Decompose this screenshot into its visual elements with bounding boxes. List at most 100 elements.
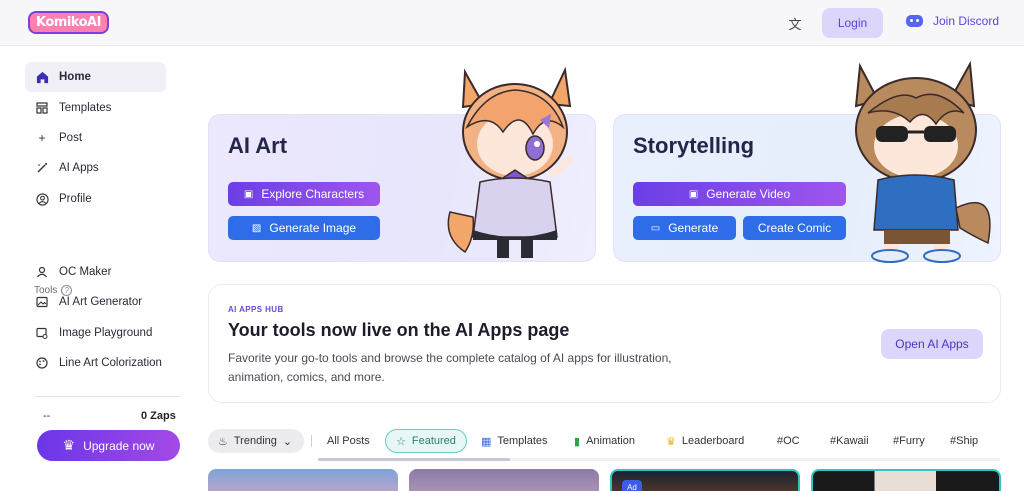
sidebar-item-label: AI Apps [59, 162, 99, 174]
logo[interactable]: KomikoAI [28, 10, 109, 34]
image-icon [35, 295, 49, 309]
filter-tag-furry[interactable]: #Furry [883, 429, 935, 453]
filter-label: #OC [777, 435, 800, 447]
create-comic-label: Create Comic [757, 221, 832, 235]
filter-templates[interactable]: ▦ Templates [471, 429, 558, 453]
filter-label: All Posts [327, 435, 370, 447]
sidebar-item-line-art-colorization[interactable]: Line Art Colorization [25, 348, 166, 378]
user-card-icon: ▣ [243, 188, 254, 200]
storytelling-title: Storytelling [633, 133, 755, 158]
create-comic-button[interactable]: Create Comic [743, 216, 846, 240]
sidebar-item-label: Line Art Colorization [59, 357, 162, 369]
sidebar-divider [34, 396, 180, 397]
filter-tag-kawaii[interactable]: #Kawaii [820, 429, 879, 453]
plus-icon: + [38, 131, 46, 145]
generate-video-button[interactable]: ▣ Generate Video [633, 182, 846, 206]
open-ai-apps-button[interactable]: Open AI Apps [881, 329, 983, 359]
hub-tag: AI APPS HUB [228, 305, 284, 314]
feed-post-thumbnail[interactable] [409, 469, 599, 491]
sidebar-item-ai-art-generator[interactable]: AI Art Generator [25, 287, 166, 317]
filter-label: #Furry [893, 435, 925, 447]
filter-scrollbar-thumb[interactable] [318, 458, 510, 461]
filter-label: #Kawaii [830, 435, 869, 447]
ai-art-title: AI Art [228, 133, 288, 158]
filter-featured[interactable]: ☆ Featured [385, 429, 467, 453]
zaps-count: 0 Zaps [141, 410, 176, 422]
generate-image-button[interactable]: ▨ Generate Image [228, 216, 380, 240]
templates-icon [35, 101, 49, 115]
palette-icon [35, 356, 49, 370]
home-icon [35, 70, 49, 84]
top-bar: KomikoAI 文 Login Join Discord [0, 0, 1024, 46]
chevron-down-icon: ⌄ [282, 435, 293, 448]
explore-characters-label: Explore Characters [261, 187, 365, 201]
filter-label: Animation [586, 435, 635, 447]
filter-all-posts[interactable]: All Posts [317, 429, 380, 453]
star-icon: ☆ [396, 435, 406, 448]
film-icon: ▮ [574, 435, 581, 448]
feed-ad-thumbnail[interactable]: Ad [610, 469, 800, 491]
filter-label: Templates [497, 435, 548, 447]
magic-wand-icon [35, 161, 49, 175]
user-icon [35, 265, 49, 279]
feed-post-thumbnail[interactable] [811, 469, 1001, 491]
discord-icon [906, 15, 923, 27]
sidebar-item-ai-apps[interactable]: AI Apps [25, 153, 166, 183]
filter-label: Featured [411, 435, 456, 447]
hub-description: Favorite your go-to tools and browse the… [228, 351, 672, 384]
sidebar-item-home[interactable]: Home [25, 62, 166, 92]
trending-dropdown[interactable]: ♨ Trending ⌄ [208, 429, 304, 453]
sidebar-item-label: Profile [59, 193, 92, 205]
filter-tag-oc[interactable]: #OC [767, 429, 810, 453]
upgrade-label: Upgrade now [83, 438, 155, 453]
filter-label: Leaderboard [681, 435, 745, 447]
filter-separator [311, 435, 312, 447]
sidebar-item-label: Templates [59, 102, 112, 114]
explore-characters-button[interactable]: ▣ Explore Characters [228, 182, 380, 206]
image-icon: ▨ [251, 222, 262, 234]
fox-girl-character-illustration [445, 62, 585, 262]
sidebar-item-label: OC Maker [59, 266, 112, 278]
crown-icon: ♛ [666, 435, 676, 448]
sidebar-item-label: Post [59, 132, 83, 144]
sidebar-item-image-playground[interactable]: Image Playground [25, 318, 166, 348]
filter-label: #Ship [950, 435, 979, 447]
generate-label: Generate [668, 221, 719, 235]
generate-video-label: Generate Video [706, 187, 791, 201]
trending-label: Trending [233, 435, 277, 447]
sidebar-item-profile[interactable]: Profile [25, 184, 166, 214]
filter-animation[interactable]: ▮ Animation [564, 429, 645, 453]
zaps-placeholder: -- [43, 410, 51, 422]
discord-label: Join Discord [933, 14, 1000, 28]
filter-leaderboard[interactable]: ♛ Leaderboard [656, 429, 754, 453]
image-edit-icon [35, 326, 49, 340]
filter-tag-ship[interactable]: #Ship [940, 429, 988, 453]
fox-boy-character-illustration [838, 58, 998, 264]
join-discord-link[interactable]: Join Discord [906, 14, 999, 28]
login-button[interactable]: Login [822, 8, 883, 38]
sidebar-item-label: Image Playground [59, 327, 153, 339]
logo-text: KomikoAI [28, 10, 109, 34]
app-window: KomikoAI 文 Login Join Discord Home Templ… [0, 0, 1024, 491]
templates-icon: ▦ [481, 435, 492, 448]
translate-icon[interactable]: 文 [787, 14, 803, 32]
profile-icon [35, 192, 49, 206]
sidebar-item-post[interactable]: + Post [25, 123, 166, 153]
sidebar-item-templates[interactable]: Templates [25, 93, 166, 123]
feed-post-thumbnail[interactable] [208, 469, 398, 491]
ai-apps-hub-banner: AI APPS HUB Your tools now live on the A… [208, 284, 1001, 403]
book-icon: ▭ [650, 222, 661, 234]
flame-icon: ♨ [218, 435, 228, 448]
upgrade-button[interactable]: ♛ Upgrade now [37, 430, 180, 461]
filter-scrollbar[interactable] [318, 458, 1000, 461]
crown-icon: ♛ [62, 437, 76, 453]
video-icon: ▣ [688, 188, 699, 200]
hub-title: Your tools now live on the AI Apps page [228, 320, 570, 340]
generate-image-label: Generate Image [269, 221, 357, 235]
sidebar: Home Templates + Post AI Apps Profile To… [0, 47, 195, 491]
generate-button[interactable]: ▭ Generate [633, 216, 736, 240]
sidebar-item-oc-maker[interactable]: OC Maker [25, 257, 166, 287]
sidebar-item-label: Home [59, 71, 91, 83]
feed-filter-bar: ♨ Trending ⌄ All Posts ☆ Featured ▦ Temp… [208, 429, 1008, 455]
sidebar-item-label: AI Art Generator [59, 296, 143, 308]
